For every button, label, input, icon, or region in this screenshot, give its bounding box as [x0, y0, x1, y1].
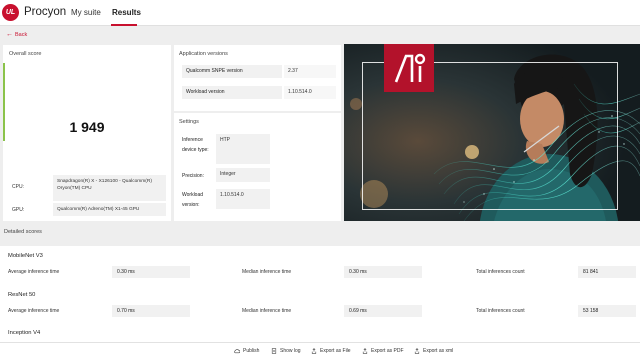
model-name: Inception V4 — [8, 330, 41, 336]
total-inferences-value: 81 841 — [578, 266, 636, 278]
avg-inference-label: Average inference time — [8, 269, 60, 275]
export-icon — [362, 348, 368, 354]
inference-device-label: Inference device type: — [182, 137, 209, 153]
footer-toolbar: Publish Show log Export as File Export a… — [0, 342, 640, 360]
workload-version-label: Workload version — [182, 86, 282, 99]
back-arrow-icon: ← — [6, 31, 13, 38]
ul-logo: UL — [2, 4, 19, 21]
application-versions-title: Application versions — [179, 51, 228, 57]
detail-section-inception: Inception V4 — [0, 326, 640, 342]
export-xml-button[interactable]: Export as xml — [414, 348, 453, 354]
publish-label: Publish — [243, 348, 260, 354]
precision-label: Precision: — [182, 173, 204, 179]
app-title: Procyon — [24, 6, 67, 18]
precision-value: Integer — [216, 168, 270, 182]
settings-workload-version-label: Workload version: — [182, 192, 204, 208]
median-inference-value: 0.69 ms — [344, 305, 422, 317]
gpu-value: Qualcomm(R) Adreno(TM) X1-45 GPU — [53, 203, 166, 216]
export-file-button[interactable]: Export as File — [311, 348, 351, 354]
overall-score-panel: Overall score 1 949 CPU: Snapdragon(R) X… — [3, 45, 171, 221]
settings-title: Settings — [179, 119, 199, 125]
total-inferences-label: Total inferences count — [476, 308, 525, 314]
snpe-version-value: 2.37 — [284, 65, 336, 78]
publish-button[interactable]: Publish — [234, 348, 259, 354]
total-inferences-label: Total inferences count — [476, 269, 525, 275]
cpu-value: Snapdragon(R) X - X126100 - Qualcomm(R) … — [53, 175, 166, 201]
top-bar: UL Procyon My suite Results — [0, 0, 640, 26]
application-versions-panel: Application versions Qualcomm SNPE versi… — [174, 45, 341, 111]
avg-inference-value: 0.70 ms — [112, 305, 190, 317]
nav-my-suite[interactable]: My suite — [71, 8, 101, 17]
ai-brand-logo — [384, 44, 434, 92]
overall-score-title: Overall score — [9, 51, 42, 57]
export-icon — [311, 348, 317, 354]
nav-results[interactable]: Results — [112, 8, 141, 17]
median-inference-value: 0.30 ms — [344, 266, 422, 278]
hero-image — [344, 44, 640, 221]
export-file-label: Export as File — [320, 348, 351, 354]
snpe-version-label: Qualcomm SNPE version — [182, 65, 282, 78]
settings-panel: Settings Inference device type: HTP Prec… — [174, 113, 341, 221]
model-name: ResNet 50 — [8, 292, 36, 298]
detailed-scores-title: Detailed scores — [4, 229, 42, 235]
active-tab-indicator — [111, 24, 137, 26]
back-link[interactable]: ← Back — [6, 31, 27, 38]
median-inference-label: Median inference time — [242, 269, 292, 275]
document-icon — [271, 348, 277, 354]
overall-score-value: 1 949 — [69, 119, 105, 135]
detail-section-resnet: ResNet 50 Average inference time 0.70 ms… — [0, 288, 640, 326]
median-inference-label: Median inference time — [242, 308, 292, 314]
detail-section-mobilenet: MobileNet V3 Average inference time 0.30… — [0, 246, 640, 288]
total-inferences-value: 53 158 — [578, 305, 636, 317]
avg-inference-label: Average inference time — [8, 308, 60, 314]
show-log-button[interactable]: Show log — [271, 348, 301, 354]
inference-device-value: HTP — [216, 134, 270, 164]
export-pdf-label: Export as PDF — [371, 348, 404, 354]
cpu-label: CPU: — [12, 184, 24, 190]
model-name: MobileNet V3 — [8, 253, 43, 259]
avg-inference-value: 0.30 ms — [112, 266, 190, 278]
export-icon — [414, 348, 420, 354]
export-xml-label: Export as xml — [423, 348, 454, 354]
settings-workload-version-value: 1.10.514.0 — [216, 189, 270, 209]
show-log-label: Show log — [280, 348, 301, 354]
workload-version-value: 1.10.514.0 — [284, 86, 336, 99]
back-label: Back — [15, 31, 28, 38]
export-pdf-button[interactable]: Export as PDF — [362, 348, 404, 354]
gpu-label: GPU: — [12, 207, 25, 213]
cloud-upload-icon — [234, 349, 240, 354]
